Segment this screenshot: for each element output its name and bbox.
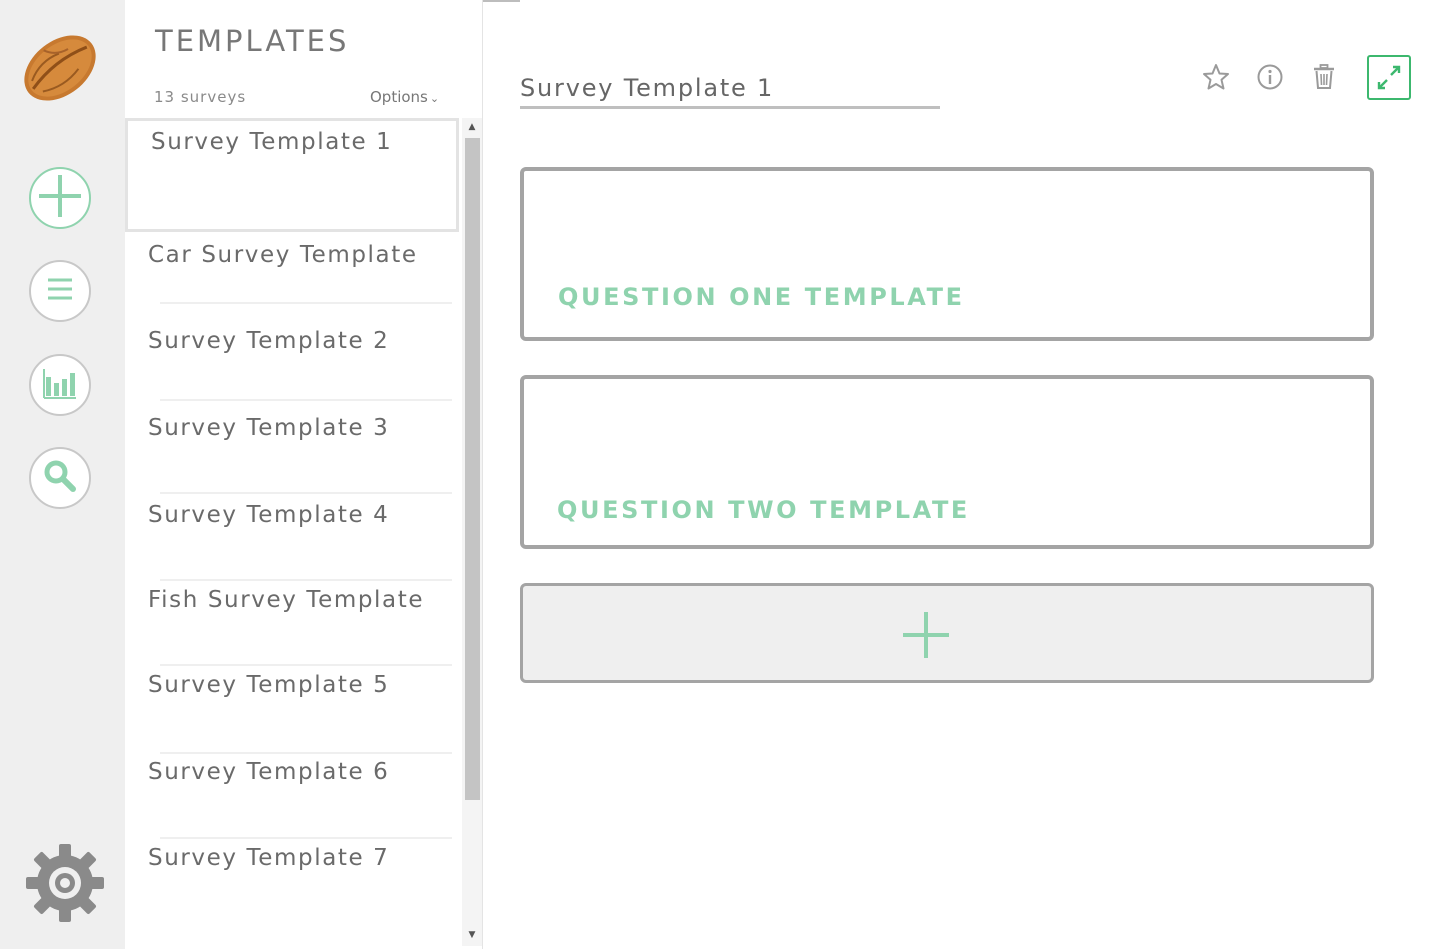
template-item-label: Survey Template 2 (148, 328, 390, 354)
template-item[interactable]: Fish Survey Template (125, 581, 459, 665)
panel-title: TEMPLATES (155, 24, 350, 58)
info-icon (1255, 64, 1285, 96)
template-item-selected[interactable]: Survey Template 1 (125, 118, 459, 232)
template-item[interactable]: Survey Template 6 (125, 754, 459, 838)
template-item-label: Car Survey Template (148, 242, 418, 268)
question-card[interactable]: QUESTION ONE TEMPLATE (520, 167, 1374, 341)
survey-title-input[interactable]: Survey Template 1 (520, 74, 774, 102)
settings-button[interactable] (24, 842, 106, 924)
nav-rail (0, 0, 125, 949)
question-label: QUESTION ONE TEMPLATE (558, 283, 965, 311)
template-item-label: Survey Template 4 (148, 502, 390, 528)
template-item[interactable]: Survey Template 3 (125, 401, 459, 491)
star-icon (1201, 64, 1231, 96)
template-item-label: Survey Template 6 (148, 759, 390, 785)
trash-icon (1309, 64, 1339, 96)
question-label: QUESTION TWO TEMPLATE (557, 496, 970, 524)
delete-button[interactable] (1309, 62, 1339, 92)
info-button[interactable] (1255, 62, 1285, 92)
template-item[interactable]: Car Survey Template (125, 234, 459, 304)
favorite-button[interactable] (1201, 62, 1231, 92)
chevron-down-icon: ⌄ (429, 92, 440, 105)
surveys-list-button[interactable] (29, 260, 91, 322)
template-item[interactable]: Survey Template 7 (125, 839, 459, 925)
scroll-down-arrow[interactable]: ▼ (466, 930, 478, 940)
plus-icon (902, 612, 950, 662)
question-card[interactable]: QUESTION TWO TEMPLATE (520, 375, 1374, 549)
list-icon (45, 274, 75, 308)
template-item[interactable]: Survey Template 4 (125, 494, 459, 578)
gear-icon (24, 844, 106, 928)
search-icon (42, 458, 78, 498)
template-item-label: Survey Template 1 (151, 129, 393, 155)
options-label: Options (370, 88, 428, 106)
templates-panel: TEMPLATES 13 surveys Options ⌄ Survey Tem… (125, 0, 483, 949)
title-underline (520, 106, 940, 109)
add-question-button[interactable] (520, 583, 1374, 683)
pecan-logo[interactable] (18, 28, 102, 108)
survey-count: 13 surveys (154, 88, 247, 106)
expand-icon (1369, 65, 1409, 102)
template-item[interactable]: Survey Template 2 (125, 304, 459, 398)
bar-chart-icon (42, 365, 78, 405)
template-item-label: Fish Survey Template (148, 587, 425, 613)
template-item[interactable]: Survey Template 5 (125, 666, 459, 752)
template-item-label: Survey Template 7 (148, 845, 390, 871)
template-item-label: Survey Template 5 (148, 672, 390, 698)
template-item-label: Survey Template 3 (148, 415, 390, 441)
add-icon (29, 165, 91, 231)
scrollbar-thumb[interactable] (465, 138, 480, 800)
search-button[interactable] (29, 447, 91, 509)
results-button[interactable] (29, 354, 91, 416)
scroll-up-arrow[interactable]: ▲ (466, 122, 478, 132)
add-survey-button[interactable] (29, 167, 91, 229)
expand-button[interactable] (1367, 55, 1411, 100)
options-dropdown[interactable]: Options ⌄ (370, 88, 439, 106)
